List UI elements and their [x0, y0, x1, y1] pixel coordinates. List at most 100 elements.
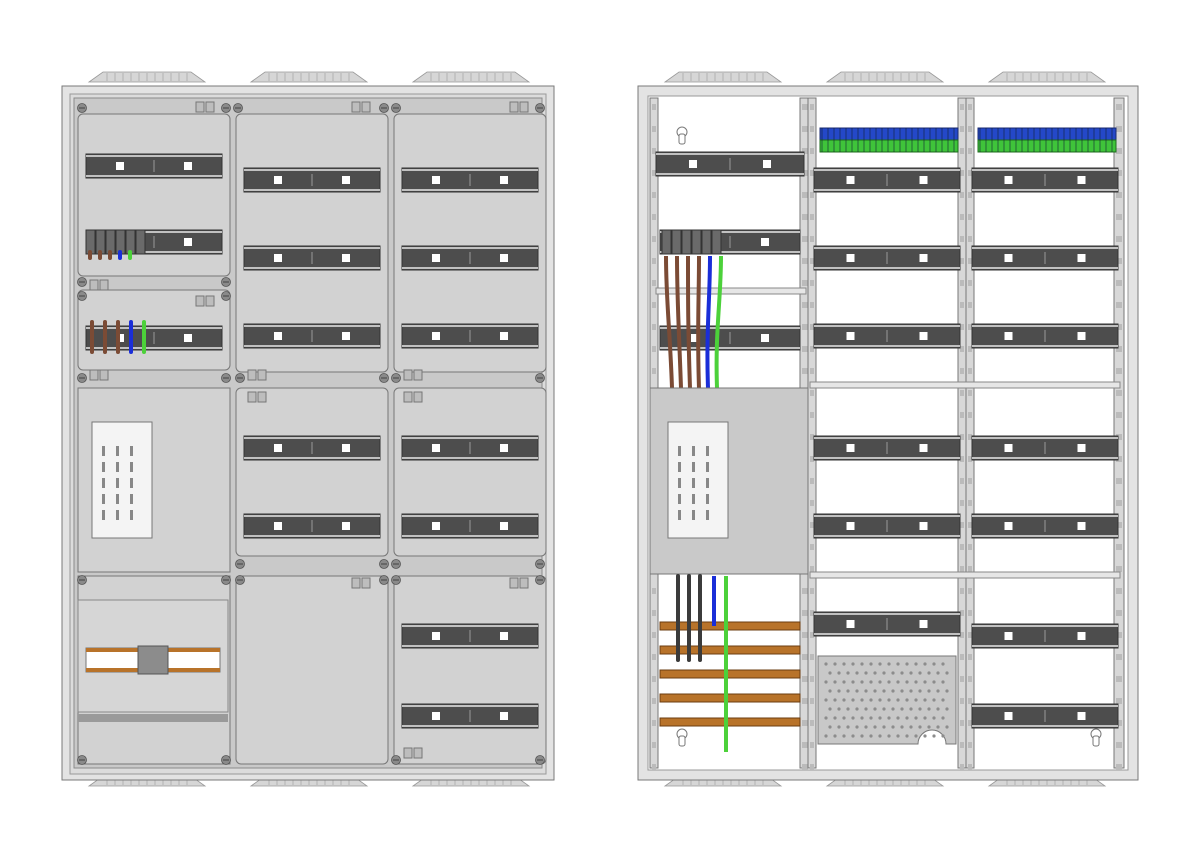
rail-hole	[960, 522, 964, 528]
rail-hole	[802, 192, 808, 198]
rail-hole	[652, 368, 656, 374]
din-rail-slot	[1004, 444, 1013, 452]
rail-hole	[968, 720, 972, 726]
plate-hole	[932, 662, 936, 666]
rail-hole	[968, 214, 972, 220]
rail-hole	[1116, 742, 1122, 748]
plate-hole	[936, 671, 940, 675]
rail-hole	[968, 566, 972, 572]
clip-a	[351, 101, 361, 113]
rail-hole	[652, 148, 656, 154]
din-rail-slot	[500, 254, 508, 262]
din-rail	[813, 611, 961, 637]
rail-hole	[968, 698, 972, 704]
screw-icon	[221, 373, 231, 383]
plate-hole	[896, 734, 900, 738]
rail-hole	[968, 544, 972, 550]
plate-hole	[900, 689, 904, 693]
clip-a	[403, 391, 413, 403]
plate-hole	[864, 725, 868, 729]
rail-hole	[968, 280, 972, 286]
plate-hole	[824, 662, 828, 666]
plate-hole	[941, 716, 945, 720]
din-rail-slot	[500, 444, 508, 452]
plate-hole	[887, 716, 891, 720]
din-rail-slot	[1004, 176, 1013, 184]
plate-hole	[869, 662, 873, 666]
din-rail	[971, 513, 1119, 539]
terminal-strip-pe	[977, 139, 1117, 153]
din-rail-slot	[432, 254, 440, 262]
rail-hole	[960, 610, 964, 616]
plate-hole	[882, 707, 886, 711]
clip-b	[257, 391, 267, 403]
plate-hole	[828, 707, 832, 711]
terminal-strip-pe	[819, 139, 959, 153]
rail-hole	[810, 368, 814, 374]
plate-hole	[828, 689, 832, 693]
rail-hole	[652, 588, 656, 594]
plate-hole	[882, 689, 886, 693]
rail-hole	[1116, 214, 1122, 220]
din-rail-slot	[1077, 254, 1086, 262]
plate-hole	[914, 734, 918, 738]
din-rail-slot	[274, 332, 282, 340]
rail-hole	[810, 126, 814, 132]
clip-a	[195, 101, 205, 113]
rail-hole	[652, 280, 656, 286]
terminal	[691, 229, 702, 255]
rail-hole	[960, 390, 964, 396]
din-rail-slot	[1004, 254, 1013, 262]
din-rail	[243, 167, 381, 193]
screw-icon	[77, 277, 87, 287]
rail-hole	[810, 764, 814, 770]
rail-hole	[1116, 544, 1122, 550]
plate-hole	[945, 689, 949, 693]
din-rail-slot	[342, 176, 350, 184]
din-rail-slot	[184, 334, 192, 342]
rail-hole	[810, 148, 814, 154]
meter-slot	[706, 494, 709, 504]
din-rail	[401, 513, 539, 539]
din-rail-slot	[1004, 332, 1013, 340]
meter-slot	[116, 462, 119, 472]
plate-hole	[833, 716, 837, 720]
meter-slot	[130, 494, 133, 504]
din-rail-slot	[1077, 176, 1086, 184]
meter-slot	[102, 510, 105, 520]
clip-a	[509, 101, 519, 113]
din-rail	[971, 703, 1119, 729]
rail-hole	[810, 390, 814, 396]
rail-hole	[810, 478, 814, 484]
clip-b	[361, 577, 371, 589]
screw-icon	[77, 575, 87, 585]
rail-hole	[960, 214, 964, 220]
plate-hole	[918, 725, 922, 729]
plate-hole	[923, 698, 927, 702]
rail-hole	[960, 148, 964, 154]
rail-hole	[1116, 610, 1122, 616]
din-rail-slot	[116, 162, 124, 170]
rail-hole	[652, 610, 656, 616]
rail-hole	[810, 258, 814, 264]
screw-icon	[235, 559, 245, 569]
plate-hole	[824, 680, 828, 684]
plate-hole	[882, 671, 886, 675]
terminal-block-icon	[819, 127, 959, 153]
plate-hole	[873, 671, 877, 675]
din-rail-slot	[1004, 522, 1013, 530]
plate-hole	[900, 725, 904, 729]
din-rail-slot	[342, 522, 350, 530]
clip-b	[413, 391, 423, 403]
din-rail-slot	[432, 444, 440, 452]
copper-busbar	[659, 645, 801, 655]
plate-hole	[905, 680, 909, 684]
rail-hole	[960, 566, 964, 572]
din-rail	[401, 435, 539, 461]
rail-hole	[968, 302, 972, 308]
copper-busbar	[659, 669, 801, 679]
din-rail-slot	[1077, 444, 1086, 452]
plate-hole	[927, 707, 931, 711]
plate-hole	[936, 707, 940, 711]
clip-a	[351, 577, 361, 589]
